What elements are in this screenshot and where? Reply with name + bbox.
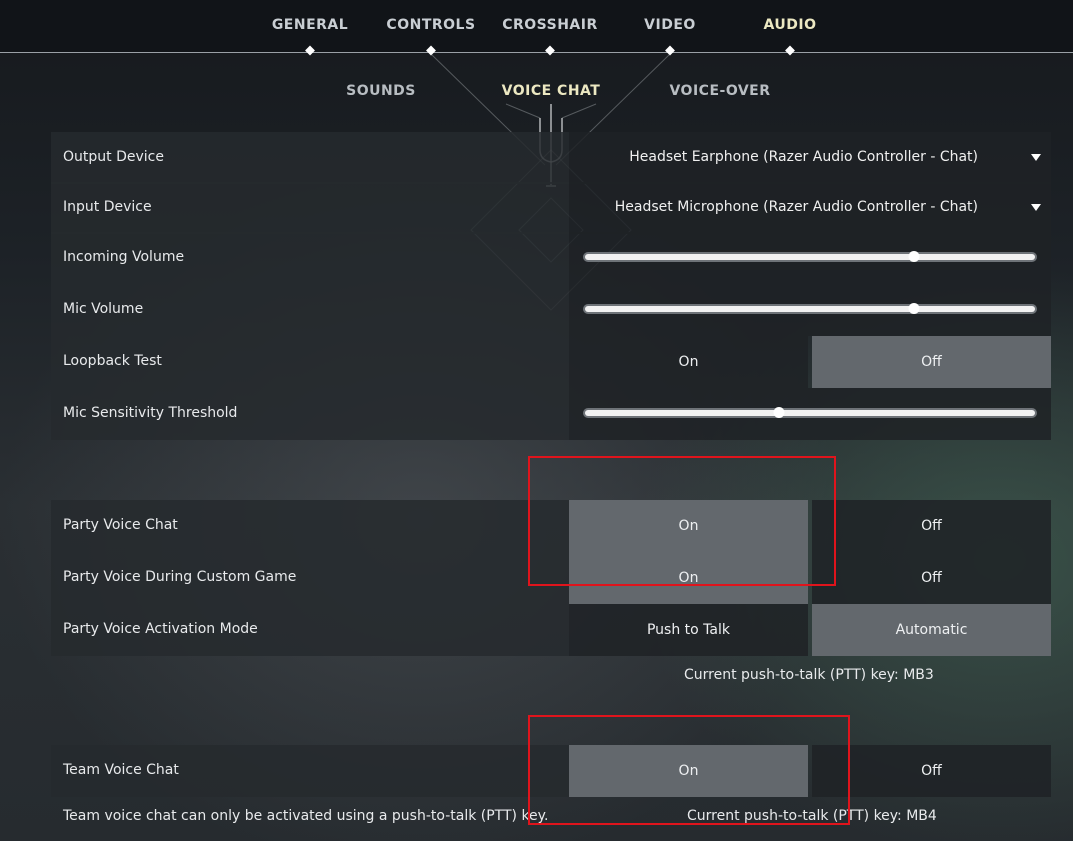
mic-sensitivity-label: Mic Sensitivity Threshold xyxy=(63,405,238,421)
party-voice-off-button[interactable]: Off xyxy=(812,500,1051,552)
mic-volume-label: Mic Volume xyxy=(63,301,144,317)
output-device-dropdown[interactable]: Headset Earphone (Razer Audio Controller… xyxy=(569,132,1051,184)
team-voice-chat-label: Team Voice Chat xyxy=(63,762,179,778)
mic-volume-slider[interactable] xyxy=(585,303,1035,314)
party-activation-mode-label: Party Voice Activation Mode xyxy=(63,621,258,637)
incoming-volume-row: Incoming Volume xyxy=(51,232,1051,284)
tab-marker-icon xyxy=(545,45,555,56)
settings-top-nav: GENERAL CONTROLS CROSSHAIR VIDEO AUDIO xyxy=(0,0,1073,56)
tab-marker-icon xyxy=(426,45,436,56)
output-device-label: Output Device xyxy=(63,149,164,165)
mic-sensitivity-thumb[interactable] xyxy=(773,407,784,418)
team-voice-info-note: Team voice chat can only be activated us… xyxy=(63,808,549,824)
loopback-test-label: Loopback Test xyxy=(63,353,162,369)
party-activation-mode-row: Party Voice Activation Mode Push to Talk… xyxy=(51,604,1051,656)
party-voice-chat-label: Party Voice Chat xyxy=(63,517,178,533)
tab-controls[interactable]: CONTROLS xyxy=(386,17,475,33)
loopback-off-button[interactable]: Off xyxy=(812,336,1051,388)
input-device-row: Input Device Headset Microphone (Razer A… xyxy=(51,182,1051,234)
tab-general[interactable]: GENERAL xyxy=(272,17,348,33)
tab-crosshair[interactable]: CROSSHAIR xyxy=(502,17,598,33)
chevron-down-icon xyxy=(1031,204,1041,211)
tab-audio[interactable]: AUDIO xyxy=(763,17,816,33)
party-custom-off-button[interactable]: Off xyxy=(812,552,1051,604)
chevron-down-icon xyxy=(1031,154,1041,161)
highlight-box-party xyxy=(528,456,836,586)
mic-volume-row: Mic Volume xyxy=(51,284,1051,336)
mic-sensitivity-slider[interactable] xyxy=(585,407,1035,418)
tab-marker-icon xyxy=(785,45,795,56)
loopback-test-row: Loopback Test On Off xyxy=(51,336,1051,388)
highlight-box-team xyxy=(528,715,850,825)
output-device-value: Headset Earphone (Razer Audio Controller… xyxy=(629,149,978,165)
tab-marker-icon xyxy=(305,45,315,56)
incoming-volume-slider[interactable] xyxy=(585,251,1035,262)
tab-video[interactable]: VIDEO xyxy=(644,17,696,33)
input-device-dropdown[interactable]: Headset Microphone (Razer Audio Controll… xyxy=(569,182,1051,234)
output-device-row: Output Device Headset Earphone (Razer Au… xyxy=(51,132,1051,184)
tab-marker-icon xyxy=(665,45,675,56)
party-voice-custom-label: Party Voice During Custom Game xyxy=(63,569,297,585)
push-to-talk-button[interactable]: Push to Talk xyxy=(569,604,808,656)
input-device-value: Headset Microphone (Razer Audio Controll… xyxy=(614,199,978,215)
mic-volume-thumb[interactable] xyxy=(908,303,919,314)
subtab-sounds[interactable]: SOUNDS xyxy=(346,83,416,99)
automatic-button[interactable]: Automatic xyxy=(812,604,1051,656)
incoming-volume-thumb[interactable] xyxy=(908,251,919,262)
loopback-on-button[interactable]: On xyxy=(569,336,808,388)
input-device-label: Input Device xyxy=(63,199,152,215)
party-ptt-key-note: Current push-to-talk (PTT) key: MB3 xyxy=(684,667,934,683)
subtab-voice-over[interactable]: VOICE-OVER xyxy=(669,83,770,99)
incoming-volume-label: Incoming Volume xyxy=(63,249,185,265)
subtab-voice-chat[interactable]: VOICE CHAT xyxy=(502,83,601,99)
mic-sensitivity-row: Mic Sensitivity Threshold xyxy=(51,388,1051,440)
